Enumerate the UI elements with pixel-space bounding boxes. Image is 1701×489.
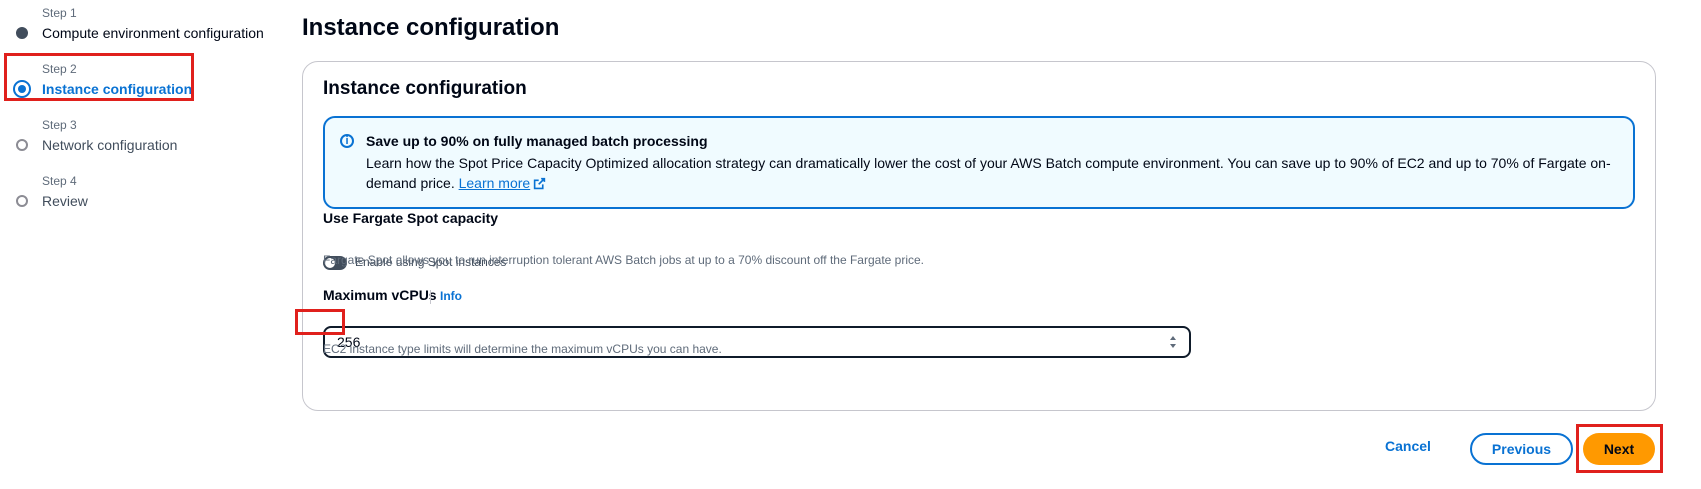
max-vcpus-label: Maximum vCPUs (323, 287, 437, 303)
instance-configuration-panel: Instance configuration i Save up to 90% … (302, 61, 1656, 411)
page-title: Instance configuration (302, 14, 560, 41)
step-number: Step 2 (42, 62, 77, 76)
label-separator (430, 290, 431, 304)
fargate-spot-label: Use Fargate Spot capacity (323, 210, 499, 226)
step-number: Step 4 (42, 174, 77, 188)
step-label: Instance configuration (42, 81, 193, 97)
step-label: Review (42, 193, 88, 209)
step-pending-icon (16, 195, 28, 207)
info-icon: i (340, 134, 354, 148)
cancel-button[interactable]: Cancel (1385, 438, 1431, 454)
alert-title: Save up to 90% on fully managed batch pr… (366, 133, 708, 149)
step-number: Step 3 (42, 118, 77, 132)
previous-button[interactable]: Previous (1470, 433, 1573, 465)
step-pending-icon (16, 139, 28, 151)
wizard-step-1[interactable]: Step 1 Compute environment configuration (16, 0, 296, 56)
stepper-icon[interactable] (1169, 333, 1177, 351)
wizard-step-2[interactable]: Step 2 Instance configuration (13, 56, 296, 112)
external-link-icon (534, 177, 546, 190)
fargate-spot-description: Fargate Spot allows you to run interrupt… (323, 253, 925, 267)
max-vcpus-description: EC2 instance type limits will determine … (323, 342, 722, 356)
alert-body: Learn how the Spot Price Capacity Optimi… (366, 153, 1616, 193)
panel-title: Instance configuration (323, 78, 527, 99)
info-alert: i Save up to 90% on fully managed batch … (323, 116, 1635, 209)
alert-body-text: Learn how the Spot Price Capacity Optimi… (366, 155, 1611, 191)
step-current-icon (13, 80, 31, 98)
step-label: Network configuration (42, 137, 178, 153)
wizard-step-3: Step 3 Network configuration (16, 112, 296, 168)
step-label: Compute environment configuration (42, 25, 264, 41)
max-vcpus-info-link[interactable]: Info (440, 289, 462, 303)
wizard-step-4: Step 4 Review (16, 168, 296, 224)
learn-more-link[interactable]: Learn more (459, 175, 531, 191)
step-complete-icon (16, 27, 28, 39)
step-number: Step 1 (42, 6, 77, 20)
wizard-steps: Step 1 Compute environment configuration… (13, 0, 296, 224)
next-button[interactable]: Next (1583, 433, 1655, 465)
